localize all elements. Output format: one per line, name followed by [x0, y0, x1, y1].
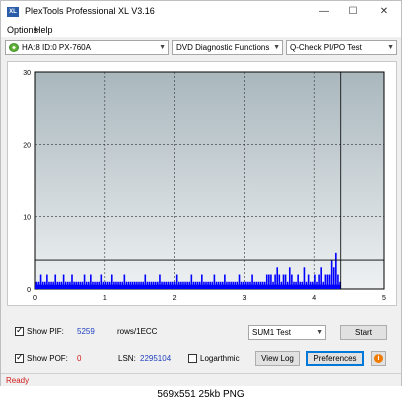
- image-caption: 569x551 25kb PNG: [0, 386, 402, 404]
- logarithmic-label: Logarthmic: [200, 354, 240, 363]
- x-tick-label: 2: [173, 295, 177, 302]
- sum-test-value: SUM1 Test: [252, 328, 291, 337]
- pif-value: 5259: [77, 327, 95, 336]
- y-tick-label: 30: [23, 70, 31, 77]
- maximize-icon[interactable]: ☐: [346, 5, 360, 19]
- close-icon[interactable]: ✕: [377, 5, 391, 19]
- data-bar: [335, 252, 337, 289]
- show-pif-label: Show PIF:: [27, 327, 64, 336]
- start-button[interactable]: Start: [340, 325, 387, 340]
- x-tick-label: 5: [382, 295, 386, 302]
- status-text: Ready: [6, 376, 30, 385]
- pif-unit: rows/1ECC: [117, 327, 158, 336]
- y-axis: 0 10 20 30: [23, 70, 31, 294]
- view-log-button[interactable]: View Log: [255, 351, 300, 366]
- chart-panel: 0 1 2 3 4 5 0 10 20 30: [7, 61, 397, 306]
- x-tick-label: 0: [33, 295, 37, 302]
- minimize-icon[interactable]: —: [317, 5, 331, 19]
- function-select[interactable]: DVD Diagnostic Functions ▼: [172, 40, 283, 55]
- menu-bar: Options Help: [1, 23, 401, 37]
- show-pof-checkbox[interactable]: [15, 352, 24, 363]
- controls-panel: Show PIF: 5259 rows/1ECC SUM1 Test ▼ Sta…: [7, 317, 397, 367]
- title-bar[interactable]: XL PlexTools Professional XL V3.16 — ☐ ✕: [1, 1, 401, 23]
- function-select-value: DVD Diagnostic Functions: [176, 43, 270, 52]
- y-tick-label: 20: [23, 142, 31, 149]
- chevron-down-icon: ▼: [273, 44, 280, 51]
- plot-area: [34, 71, 385, 290]
- lsn-label: LSN:: [118, 354, 136, 363]
- data-baseline-band: [35, 284, 341, 289]
- toolbar: HA:8 ID:0 PX-760A ▼ DVD Diagnostic Funct…: [1, 37, 401, 59]
- chevron-down-icon: ▼: [316, 329, 323, 336]
- lsn-value: 2295104: [140, 354, 172, 363]
- sum-test-select[interactable]: SUM1 Test ▼: [248, 325, 326, 340]
- preferences-button[interactable]: Preferences: [306, 351, 364, 366]
- y-tick-label: 10: [23, 215, 31, 222]
- test-select[interactable]: Q-Check PI/PO Test ▼: [286, 40, 397, 55]
- info-icon: i: [374, 354, 383, 363]
- pof-value: 0: [77, 354, 82, 363]
- app-logo-icon: XL: [7, 7, 19, 17]
- show-pof-label: Show POF:: [27, 354, 68, 363]
- drive-select-value: HA:8 ID:0 PX-760A: [22, 43, 91, 52]
- y-tick-label: 0: [27, 287, 31, 294]
- chevron-down-icon: ▼: [159, 44, 166, 51]
- x-tick-label: 3: [242, 295, 246, 302]
- show-pif-checkbox[interactable]: [15, 325, 24, 336]
- drive-select[interactable]: HA:8 ID:0 PX-760A ▼: [5, 40, 169, 55]
- disc-drive-icon: [9, 43, 19, 52]
- window-title: PlexTools Professional XL V3.16: [25, 6, 155, 16]
- chevron-down-icon: ▼: [387, 44, 394, 51]
- x-tick-label: 4: [312, 295, 316, 302]
- status-bar: Ready: [1, 373, 401, 386]
- x-tick-label: 1: [103, 295, 107, 302]
- logarithmic-checkbox[interactable]: [188, 354, 197, 363]
- test-select-value: Q-Check PI/PO Test: [290, 43, 362, 52]
- x-axis: 0 1 2 3 4 5: [33, 295, 386, 302]
- app-window: XL PlexTools Professional XL V3.16 — ☐ ✕…: [0, 0, 402, 386]
- pipo-chart: 0 1 2 3 4 5 0 10 20 30: [23, 70, 386, 302]
- info-button[interactable]: i: [371, 351, 386, 366]
- menu-help[interactable]: Help: [34, 25, 53, 35]
